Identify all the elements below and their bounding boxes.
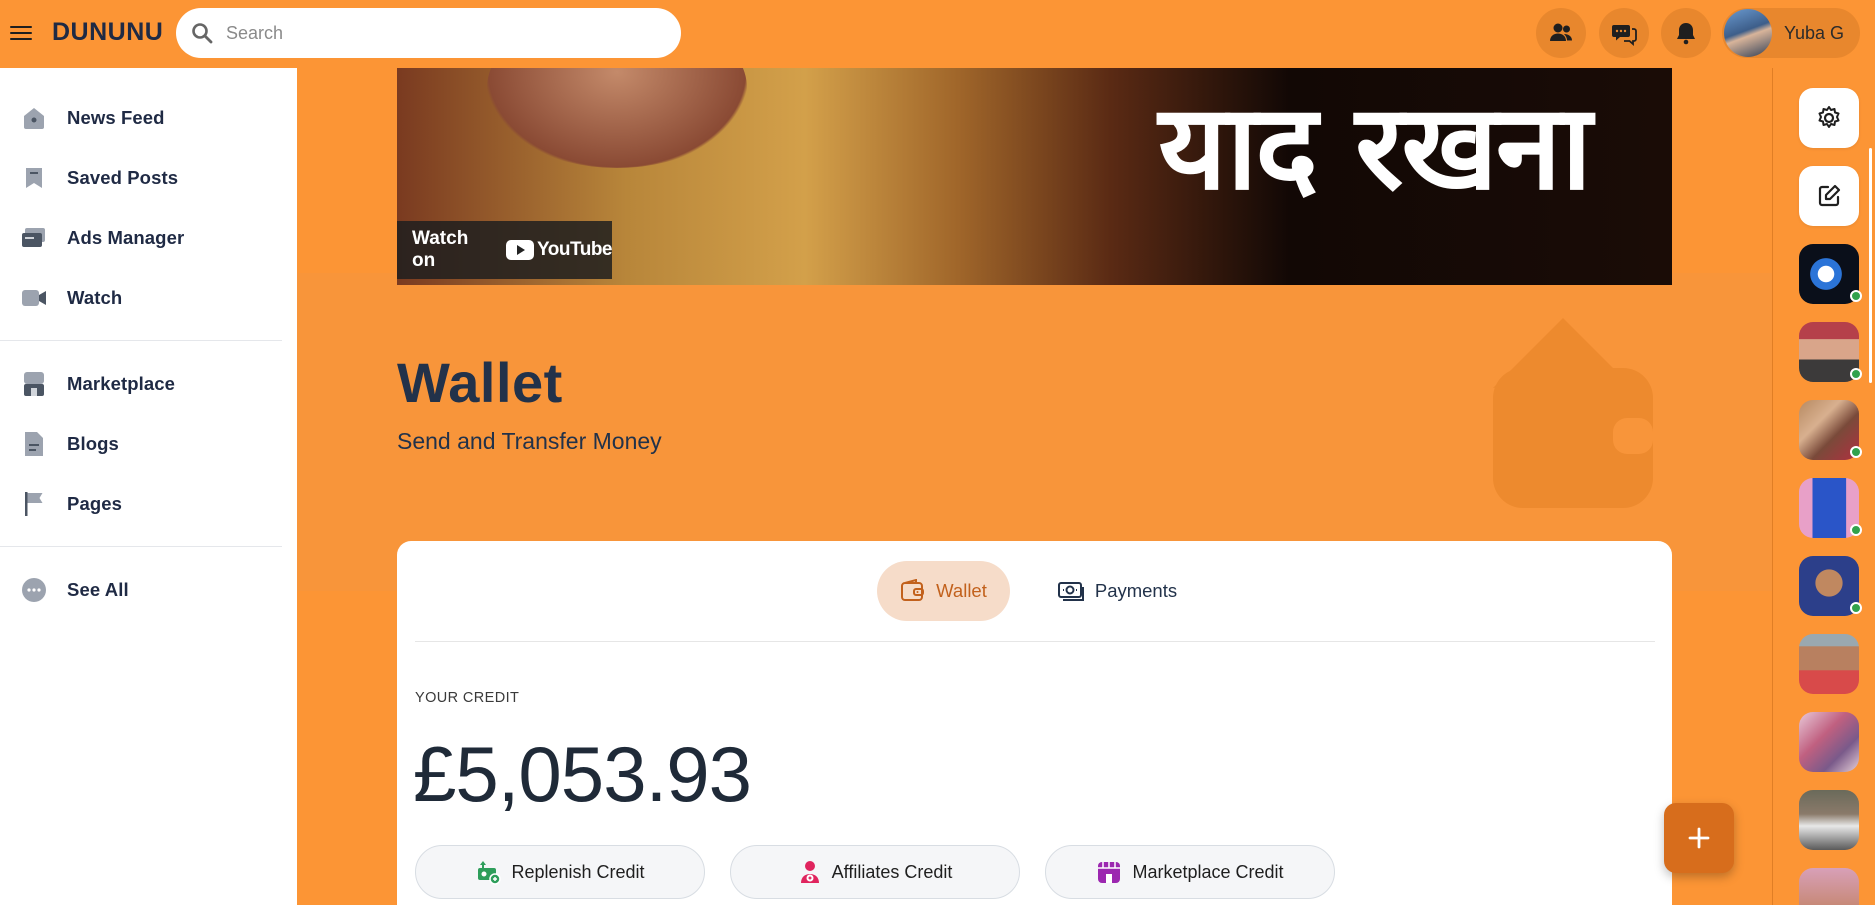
document-icon	[20, 430, 48, 458]
wallet-icon	[901, 579, 925, 601]
scrollbar[interactable]	[1869, 148, 1872, 383]
page-subtitle: Send and Transfer Money	[397, 428, 662, 454]
avatar	[1799, 790, 1859, 850]
avatar	[1799, 712, 1859, 772]
sidebar-item-label: Pages	[67, 493, 123, 514]
online-status-indicator	[1850, 290, 1862, 302]
video-embed[interactable]: याद रखना Watch on YouTube	[397, 68, 1672, 285]
sidebar-item-label: Blogs	[67, 433, 119, 454]
wallet-card: Wallet Payments YOUR CREDIT £5,053.93 Re…	[397, 541, 1672, 905]
store-icon	[1098, 862, 1121, 883]
sidebar-item-marketplace[interactable]: Marketplace	[20, 364, 175, 404]
money-icon	[1057, 582, 1084, 601]
online-status-indicator	[1850, 524, 1862, 536]
store-icon	[20, 370, 48, 398]
sidebar-item-label: Ads Manager	[67, 227, 185, 248]
friends-icon	[1550, 23, 1572, 41]
online-status-indicator	[1850, 446, 1862, 458]
online-status-indicator	[1850, 602, 1862, 614]
edit-icon	[1818, 184, 1841, 207]
sidebar-item-blogs[interactable]: Blogs	[20, 424, 119, 464]
sidebar-item-news-feed[interactable]: News Feed	[20, 98, 165, 138]
ads-icon	[20, 224, 48, 252]
online-status-indicator	[1850, 368, 1862, 380]
compose-button[interactable]	[1799, 166, 1859, 226]
sidebar-item-label: See All	[67, 579, 129, 600]
contact-avatar[interactable]	[1799, 400, 1862, 460]
contact-avatar[interactable]	[1799, 556, 1862, 616]
brand-logo[interactable]: DUNUNU	[52, 18, 163, 47]
avatar	[1799, 634, 1859, 694]
youtube-logo: YouTube	[506, 239, 612, 261]
video-icon	[20, 284, 48, 312]
search-icon	[192, 23, 213, 44]
gear-icon	[1818, 106, 1840, 128]
plus-icon	[1688, 827, 1710, 849]
credit-amount: £5,053.93	[413, 730, 752, 818]
bell-icon	[1677, 23, 1695, 45]
search-input[interactable]	[226, 22, 656, 44]
button-label: Replenish Credit	[511, 861, 645, 882]
menu-icon[interactable]	[10, 22, 32, 44]
affiliates-credit-button[interactable]: Affiliates Credit	[730, 845, 1020, 899]
user-name: Yuba G	[1784, 22, 1845, 43]
more-icon	[20, 576, 48, 604]
tab-payments[interactable]: Payments	[1047, 561, 1187, 621]
affiliate-user-icon	[800, 861, 819, 883]
bookmark-icon	[20, 164, 48, 192]
sidebar-item-saved-posts[interactable]: Saved Posts	[20, 158, 178, 198]
wallet-background-icon	[1493, 318, 1653, 508]
tab-label: Payments	[1094, 580, 1178, 601]
contact-avatar[interactable]	[1799, 244, 1862, 304]
replenish-credit-button[interactable]: Replenish Credit	[415, 845, 705, 899]
youtube-label: YouTube	[537, 239, 612, 260]
button-label: Marketplace Credit	[1132, 861, 1284, 882]
contact-avatar[interactable]	[1799, 478, 1862, 538]
contact-avatar[interactable]	[1799, 712, 1859, 772]
youtube-play-icon	[506, 240, 535, 260]
search-bar[interactable]	[176, 8, 681, 58]
watch-on-label: Watch on	[412, 228, 469, 271]
top-bar: DUNUNU Yuba G	[0, 0, 1875, 68]
sidebar-item-ads-manager[interactable]: Ads Manager	[20, 218, 184, 258]
tab-label: Wallet	[936, 580, 987, 601]
page-title: Wallet	[397, 351, 563, 414]
sidebar-item-label: News Feed	[67, 107, 165, 128]
create-fab-button[interactable]	[1664, 803, 1734, 873]
settings-button[interactable]	[1799, 88, 1859, 148]
contact-avatar[interactable]	[1799, 322, 1862, 382]
flag-icon	[20, 490, 48, 518]
marketplace-credit-button[interactable]: Marketplace Credit	[1045, 845, 1335, 899]
left-sidebar: News Feed Saved Posts Ads Manager Watch …	[0, 68, 297, 905]
sidebar-item-watch[interactable]: Watch	[20, 278, 122, 318]
video-thumbnail	[487, 68, 747, 168]
right-rail	[1772, 68, 1875, 905]
sidebar-item-label: Saved Posts	[67, 167, 179, 188]
messages-button[interactable]	[1599, 8, 1649, 58]
notifications-button[interactable]	[1661, 8, 1711, 58]
contact-avatar[interactable]	[1799, 868, 1859, 905]
home-icon	[20, 104, 48, 132]
watch-on-youtube-button[interactable]: Watch on YouTube	[397, 221, 612, 279]
avatar	[1799, 868, 1859, 905]
sidebar-item-label: Watch	[67, 287, 123, 308]
sidebar-item-label: Marketplace	[67, 373, 176, 394]
contact-avatar[interactable]	[1799, 790, 1859, 850]
messages-icon	[1612, 25, 1637, 46]
video-overlay-text: याद रखना	[1158, 78, 1592, 216]
sidebar-item-see-all[interactable]: See All	[20, 570, 129, 610]
divider	[415, 641, 1655, 642]
avatar	[1724, 9, 1772, 57]
button-label: Affiliates Credit	[831, 861, 953, 882]
divider	[0, 546, 282, 547]
sidebar-item-pages[interactable]: Pages	[20, 484, 122, 524]
contact-avatar[interactable]	[1799, 634, 1859, 694]
friends-button[interactable]	[1536, 8, 1586, 58]
credit-label: YOUR CREDIT	[415, 690, 520, 706]
tab-wallet[interactable]: Wallet	[877, 561, 1010, 621]
main-content: याद रखना Watch on YouTube Wallet Send an…	[297, 68, 1772, 905]
divider	[0, 340, 282, 341]
user-profile-button[interactable]: Yuba G	[1722, 8, 1860, 58]
replenish-icon	[478, 861, 502, 885]
